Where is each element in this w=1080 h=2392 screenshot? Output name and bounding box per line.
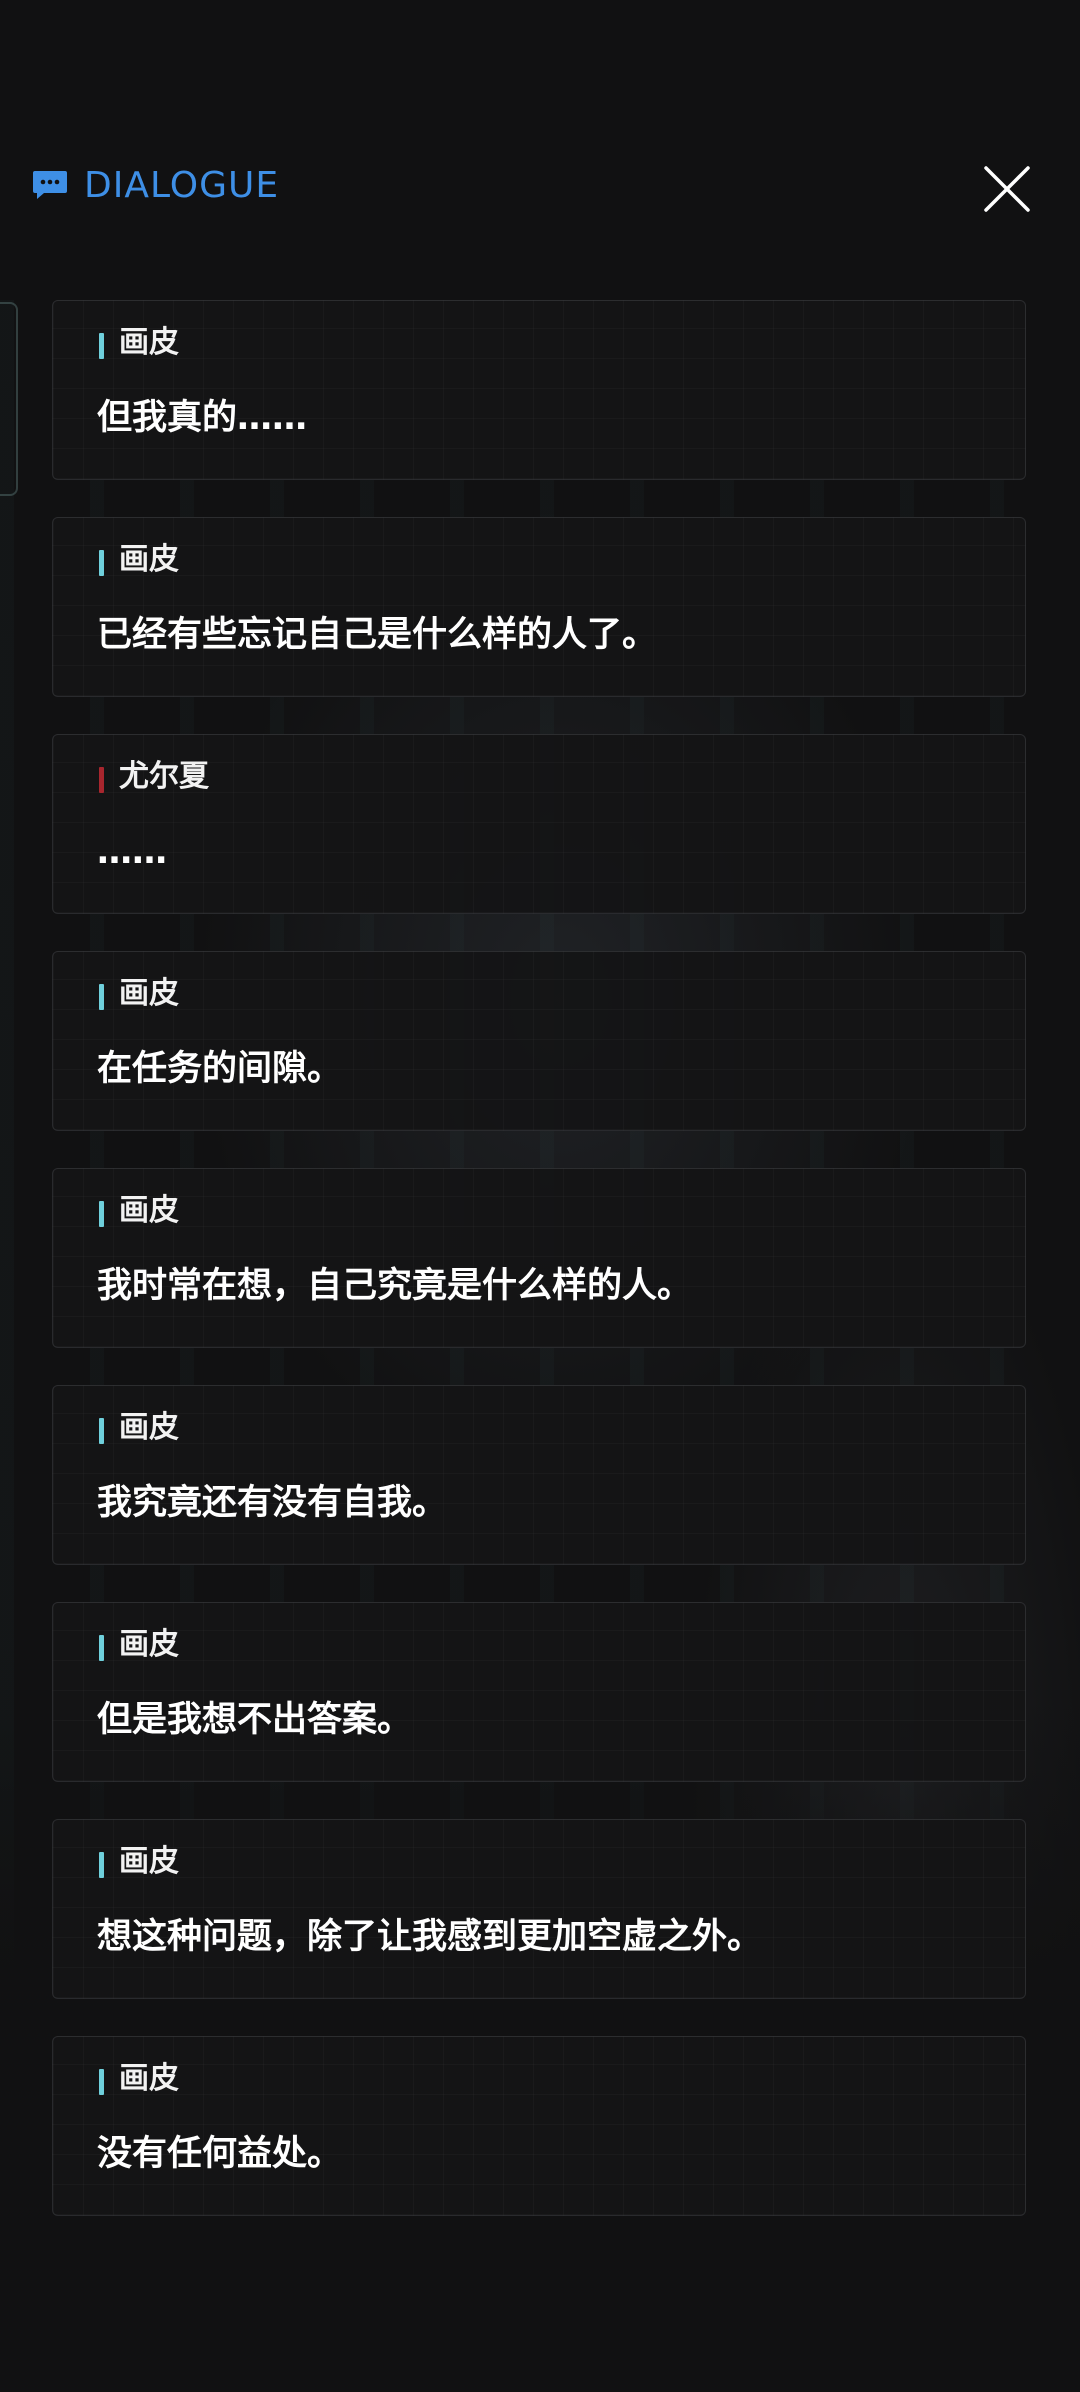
speaker-name: 画皮: [119, 1627, 179, 1662]
speaker-name: 画皮: [119, 1844, 179, 1879]
dialogue-line: 但我真的……: [97, 398, 308, 438]
dialogue-list[interactable]: 画皮 但我真的…… 画皮 已经有些忘记自己是什么样的人了。 尤尔夏…… 画皮 在任务的间隙。…: [52, 300, 1028, 2253]
dialogue-entry: 画皮但是我想不出答案。: [52, 1602, 1026, 1782]
speaker-name: 画皮: [119, 976, 179, 1011]
dialogue-line: 我究竟还有没有自我。: [97, 1483, 448, 1523]
speaker-name: 画皮: [119, 2061, 179, 2096]
dialogue-line: 但是我想不出答案。: [97, 1700, 413, 1740]
speaker-indicator-bar: [99, 1201, 104, 1227]
close-icon: [984, 166, 1030, 212]
speaker-name: 画皮: [119, 1410, 179, 1445]
speaker-indicator-bar: [99, 1635, 104, 1661]
speaker-name: 尤尔夏: [119, 759, 209, 794]
dialogue-entry: 画皮我究竟还有没有自我。: [52, 1385, 1026, 1565]
dialogue-entry: 画皮我时常在想，自己究竟是什么样的人。: [52, 1168, 1026, 1348]
speaker-name: 画皮: [119, 1193, 179, 1228]
dialogue-header: DIALOGUE: [0, 150, 1080, 224]
speaker-name: 画皮: [119, 542, 179, 577]
dialogue-entry: 画皮没有任何益处。: [52, 2036, 1026, 2216]
side-panel-edge: [0, 302, 18, 496]
close-button[interactable]: [980, 162, 1034, 216]
dialogue-entry: 尤尔夏 ……: [52, 734, 1026, 914]
dialogue-line: 在任务的间隙。: [97, 1049, 343, 1089]
dialogue-line: 我时常在想，自己究竟是什么样的人。: [97, 1266, 693, 1306]
speaker-indicator-bar: [99, 1418, 104, 1444]
speaker-indicator-bar: [99, 767, 104, 793]
speaker-name: 画皮: [119, 325, 179, 360]
dialogue-line: 没有任何益处。: [97, 2134, 343, 2174]
dialogue-entry: 画皮在任务的间隙。: [52, 951, 1026, 1131]
dialogue-entry: 画皮想这种问题，除了让我感到更加空虚之外。: [52, 1819, 1026, 1999]
dialogue-line: ……: [97, 832, 167, 872]
header-title: DIALOGUE: [84, 165, 280, 206]
chat-bubble-icon: [33, 171, 67, 199]
speaker-indicator-bar: [99, 333, 104, 359]
dialogue-entry: 画皮已经有些忘记自己是什么样的人了。: [52, 517, 1026, 697]
speaker-indicator-bar: [99, 550, 104, 576]
speaker-indicator-bar: [99, 2069, 104, 2095]
dialogue-line: 已经有些忘记自己是什么样的人了。: [97, 615, 658, 655]
speaker-indicator-bar: [99, 984, 104, 1010]
speaker-indicator-bar: [99, 1852, 104, 1878]
dialogue-line: 想这种问题，除了让我感到更加空虚之外。: [97, 1917, 763, 1957]
dialogue-entry: 画皮但我真的……: [52, 300, 1026, 480]
